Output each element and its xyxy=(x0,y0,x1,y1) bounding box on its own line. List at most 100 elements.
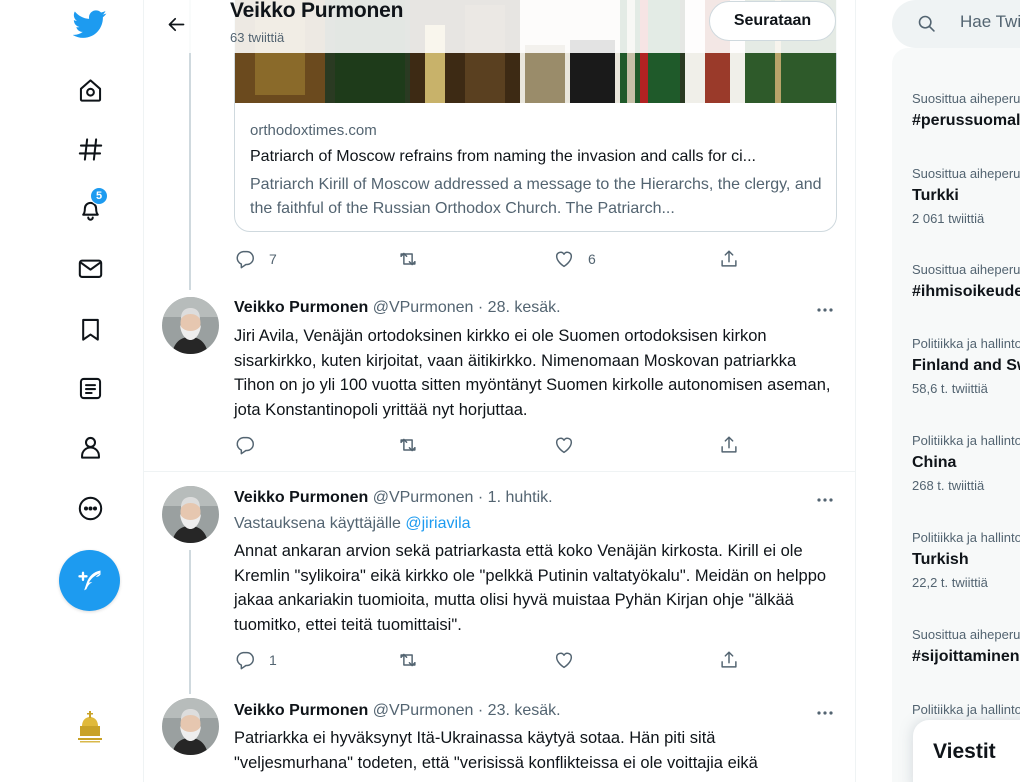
search-input[interactable] xyxy=(960,12,1020,32)
tweet-text: Jiri Avila, Venäjän ortodoksinen kirkko … xyxy=(234,327,831,419)
heart-icon xyxy=(555,437,573,454)
trend-item[interactable]: Suosittua aiheperusteisesti #ihmisoikeud… xyxy=(912,262,1020,301)
trend-item[interactable]: Suosittua aiheperusteisesti #perussuomal… xyxy=(912,91,1020,130)
bookmarks-icon[interactable] xyxy=(60,299,120,359)
like-button[interactable]: 6 xyxy=(553,247,596,271)
avatar[interactable] xyxy=(162,297,219,354)
trend-context: Politiikka ja hallinto xyxy=(912,702,1020,717)
trend-topic: Finland and Sweden xyxy=(912,357,1020,374)
reply-icon xyxy=(236,250,254,269)
tweet-divider xyxy=(144,471,855,472)
more-dots-icon[interactable] xyxy=(815,490,835,510)
author-name[interactable]: Veikko Purmonen xyxy=(234,702,368,719)
account-avatar[interactable] xyxy=(70,708,110,748)
trend-topic: Turkki xyxy=(912,187,959,204)
twitter-logo-icon[interactable] xyxy=(60,0,120,54)
retweet-icon xyxy=(400,252,416,266)
retweet-button[interactable] xyxy=(397,433,432,457)
tweet-text: Patriarkka ei hyväksynyt Itä-Ukrainassa … xyxy=(234,729,758,772)
tweet-count: 63 twiittiä xyxy=(230,30,285,45)
home-icon[interactable] xyxy=(60,60,120,120)
trend-tweet-count: 268 t. twiittiä xyxy=(912,478,985,493)
church-emblem-icon xyxy=(78,711,102,743)
retweet-button[interactable] xyxy=(397,648,432,672)
trend-context: Politiikka ja hallinto xyxy=(912,530,1020,545)
reply-count: 7 xyxy=(269,251,277,267)
share-button[interactable] xyxy=(718,648,740,672)
tweet-actions: 1 xyxy=(234,648,834,672)
tweet-item[interactable]: Veikko Purmonen @VPurmonen · 28. kesäk. … xyxy=(144,290,855,472)
search-icon xyxy=(918,15,935,32)
reply-icon xyxy=(236,651,254,670)
notifications-bell-icon[interactable]: 5 xyxy=(60,178,120,238)
trend-item[interactable]: Suosittua aiheperusteisesti Turkki 2 061… xyxy=(912,166,1020,226)
trend-topic: China xyxy=(912,454,957,471)
tweet-actions xyxy=(234,433,834,457)
share-button[interactable] xyxy=(718,433,740,457)
author-name[interactable]: Veikko Purmonen xyxy=(234,299,368,316)
share-icon xyxy=(721,250,737,267)
share-button[interactable] xyxy=(718,247,740,271)
tweet-header: Veikko Purmonen @VPurmonen · 28. kesäk. xyxy=(234,299,561,317)
trend-item[interactable]: Suosittua aiheperusteisesti #sijoittamin… xyxy=(912,627,1020,666)
profile-icon[interactable] xyxy=(60,417,120,477)
messages-drawer[interactable]: Viestit xyxy=(913,720,1020,782)
trend-tweet-count: 2 061 twiittiä xyxy=(912,211,985,226)
trend-context: Suosittua aiheperusteisesti xyxy=(912,91,1020,106)
tweet-item[interactable]: Veikko Purmonen @VPurmonen · 23. kesäk. … xyxy=(144,690,855,782)
author-name[interactable]: Veikko Purmonen xyxy=(234,489,368,506)
avatar[interactable] xyxy=(162,486,219,543)
author-handle-date[interactable]: @VPurmonen · 23. kesäk. xyxy=(373,702,561,719)
retweet-button[interactable] xyxy=(397,247,432,271)
profile-name: Veikko Purmonen xyxy=(230,0,404,22)
heart-icon xyxy=(555,652,573,669)
compose-tweet-button[interactable] xyxy=(59,550,120,611)
trend-item[interactable]: Politiikka ja hallinto Turkish 22,2 t. t… xyxy=(912,530,1020,590)
timeline-column: orthodoxtimes.com Patriarch of Moscow re… xyxy=(143,0,856,782)
like-count: 6 xyxy=(588,251,596,267)
trend-topic: #ihmisoikeudet xyxy=(912,283,1020,300)
trend-context: Suosittua aiheperusteisesti xyxy=(912,166,1020,181)
card-domain: orthodoxtimes.com xyxy=(250,122,377,139)
left-navigation: 5 xyxy=(0,0,143,782)
reply-prefix: Vastauksena käyttäjälle xyxy=(234,515,401,532)
trend-item[interactable]: Politiikka ja hallinto China 268 t. twii… xyxy=(912,433,1020,493)
heart-icon xyxy=(555,251,573,268)
trend-tweet-count: 22,2 t. twiittiä xyxy=(912,575,988,590)
search-box[interactable] xyxy=(892,0,1020,48)
messages-envelope-icon[interactable] xyxy=(60,238,120,298)
author-handle-date[interactable]: @VPurmonen · 28. kesäk. xyxy=(373,299,561,316)
trend-context: Politiikka ja hallinto xyxy=(912,433,1020,448)
avatar[interactable] xyxy=(162,698,219,755)
lists-icon[interactable] xyxy=(60,358,120,418)
trend-topic: #perussuomalaiset xyxy=(912,112,1020,129)
more-options-icon[interactable] xyxy=(60,478,120,538)
tweet-item[interactable]: Veikko Purmonen @VPurmonen · 1. huhtik. … xyxy=(144,478,855,698)
reply-mention-link[interactable]: @jiriavila xyxy=(405,515,470,532)
trend-item[interactable]: Politiikka ja hallinto xyxy=(912,702,1020,717)
reply-icon xyxy=(236,436,254,455)
card-title: Patriarch of Moscow refrains from naming… xyxy=(250,148,756,165)
reply-button[interactable]: 1 xyxy=(234,648,277,672)
thread-line xyxy=(189,550,191,694)
reply-context: Vastauksena käyttäjälle @jiriavila xyxy=(234,515,471,533)
tweet-text: Annat ankaran arvion sekä patriarkasta e… xyxy=(234,542,827,634)
profile-header: Veikko Purmonen 63 twiittiä Seurataan xyxy=(144,0,855,53)
like-button[interactable] xyxy=(553,433,588,457)
trend-context: Politiikka ja hallinto xyxy=(912,336,1020,351)
notifications-badge: 5 xyxy=(90,187,108,205)
reply-button[interactable]: 7 xyxy=(234,247,277,271)
author-handle-date[interactable]: @VPurmonen · 1. huhtik. xyxy=(373,489,553,506)
following-button[interactable]: Seurataan xyxy=(709,1,836,41)
explore-hashtag-icon[interactable] xyxy=(60,119,120,179)
back-button[interactable] xyxy=(158,6,194,42)
trend-tweet-count: 58,6 t. twiittiä xyxy=(912,381,988,396)
more-dots-icon[interactable] xyxy=(815,300,835,320)
like-button[interactable] xyxy=(553,648,588,672)
card-description: Patriarch Kirill of Moscow addressed a m… xyxy=(250,176,822,217)
share-icon xyxy=(721,651,737,668)
tweet-header: Veikko Purmonen @VPurmonen · 1. huhtik. xyxy=(234,489,553,507)
trend-item[interactable]: Politiikka ja hallinto Finland and Swede… xyxy=(912,336,1020,396)
reply-button[interactable] xyxy=(234,433,269,457)
more-dots-icon[interactable] xyxy=(815,703,835,723)
